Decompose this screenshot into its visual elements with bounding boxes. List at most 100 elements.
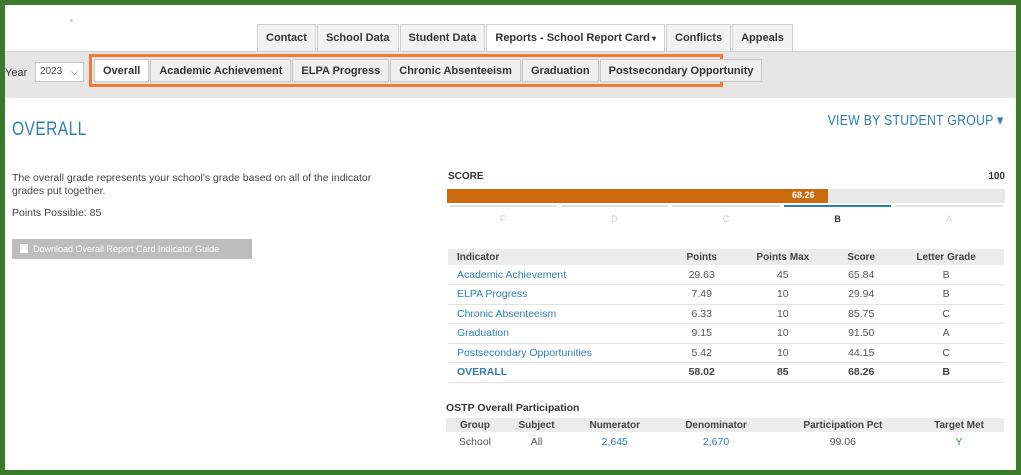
chevron-down-icon: ⌵ (71, 67, 78, 77)
year-value: 2023 (40, 66, 63, 77)
tab-academic-achievement[interactable]: Academic Achievement (150, 59, 292, 82)
table-row: ELPA Progress 7.49 10 29.94 B (448, 284, 1004, 305)
year-select[interactable]: 2023 ⌵ (35, 62, 84, 82)
cell-numerator[interactable]: 2,645 (569, 432, 660, 451)
table-row: Academic Achievement 29.63 45 65.84 B (448, 265, 1004, 285)
cell-participation-pct: 99.06 (829, 435, 856, 448)
cell-denominator[interactable]: 2,670 (660, 432, 771, 451)
header-target-met: Target Met (914, 418, 1004, 432)
grade-letter-d: D (611, 214, 618, 224)
cell-points-max: 45 (731, 265, 835, 285)
tab-student-data[interactable]: Student Data (399, 24, 486, 51)
grade-segment-c (672, 205, 780, 207)
file-download-icon (20, 244, 28, 253)
cell-letter-grade: B (888, 284, 1004, 305)
header-denominator: Denominator (660, 418, 772, 432)
participation-header: Group Subject Numerator Denominator Part… (446, 418, 1004, 432)
grade-letter-b: B (834, 214, 841, 224)
cell-letter-grade: B (888, 265, 1004, 285)
logo (70, 19, 73, 22)
score-bar-fill (447, 189, 828, 203)
cell-score: 29.94 (834, 284, 889, 305)
tab-appeals[interactable]: Appeals (732, 24, 793, 51)
cell-indicator[interactable]: ELPA Progress (448, 284, 672, 305)
cell-points: 6.33 (672, 304, 732, 324)
table-row-total: OVERALL 58.02 85 68.26 B (448, 362, 1004, 383)
download-guide-button[interactable]: Download Overall Report Card Indicator G… (12, 239, 252, 259)
score-bar-track: 68.26 (447, 189, 1005, 203)
view-by-label: VIEW BY STUDENT GROUP (827, 112, 993, 129)
page-title: OVERALL (12, 119, 87, 140)
header-letter-grade: Letter Grade (888, 249, 1004, 265)
tab-chronic-absenteeism[interactable]: Chronic Absenteeism (390, 59, 521, 82)
cell-points: 5.42 (672, 343, 732, 363)
tab-elpa-progress[interactable]: ELPA Progress (292, 59, 390, 82)
indicator-table-header: Indicator Points Points Max Score Letter… (448, 249, 1004, 265)
ostp-title: OSTP Overall Participation (446, 402, 580, 414)
tab-graduation[interactable]: Graduation (521, 59, 599, 82)
tab-reports-label: Reports - School Report Card (495, 32, 650, 44)
cell-points: 7.49 (672, 284, 732, 305)
tab-postsecondary-opportunity[interactable]: Postsecondary Opportunity (599, 59, 763, 82)
caret-down-icon: ▾ (996, 112, 1003, 129)
header-score: Score (834, 249, 889, 265)
header-subject: Subject (503, 418, 570, 432)
total-points: 58.02 (672, 362, 732, 383)
grade-letter-a: A (946, 214, 953, 224)
cell-indicator[interactable]: Chronic Absenteeism (448, 304, 672, 324)
chevron-down-icon: ▾ (652, 34, 657, 43)
grade-segment-d (560, 205, 669, 207)
indicator-table: Indicator Points Points Max Score Letter… (448, 249, 1004, 383)
table-row: Postsecondary Opportunities 5.42 10 44.15 C (448, 343, 1004, 363)
tab-reports-school-report-card[interactable]: Reports - School Report Card ▾ (486, 24, 666, 51)
total-score: 68.26 (834, 362, 889, 383)
total-indicator: OVERALL (448, 362, 672, 383)
cell-score: 91.50 (834, 323, 889, 344)
score-value: 68.26 (792, 190, 815, 200)
cell-indicator[interactable]: Academic Achievement (448, 265, 672, 285)
grade-letter-c: C (722, 214, 730, 224)
grade-segment-a (895, 205, 1003, 207)
cell-points-max: 10 (731, 284, 835, 305)
cell-letter-grade: C (888, 304, 1004, 324)
total-letter-grade: B (888, 362, 1004, 383)
indicator-tabs: Overall Academic Achievement ELPA Progre… (94, 59, 763, 82)
cell-group: School (458, 435, 492, 448)
cell-score: 44.15 (834, 343, 889, 363)
header-indicator: Indicator (448, 249, 672, 265)
grade-segment-f (449, 205, 557, 207)
participation-table: Group Subject Numerator Denominator Part… (446, 418, 1004, 451)
view-by-student-group-dropdown[interactable]: VIEW BY STUDENT GROUP ▾ (827, 111, 1003, 129)
grade-segment-b (783, 205, 892, 207)
score-label: SCORE (448, 171, 484, 182)
grade-letter-f: F (500, 214, 506, 224)
cell-score: 85.75 (834, 304, 889, 324)
score-max: 100 (988, 171, 1005, 182)
total-points-max: 85 (731, 362, 835, 383)
top-tabs: Contact School Data Student Data Reports… (257, 24, 794, 51)
points-possible: Points Possible: 85 (12, 207, 102, 219)
tab-school-data[interactable]: School Data (316, 24, 399, 51)
cell-indicator[interactable]: Postsecondary Opportunities (448, 343, 672, 363)
header-points: Points (672, 249, 732, 265)
tab-conflicts[interactable]: Conflicts (666, 24, 732, 51)
cell-indicator[interactable]: Graduation (448, 323, 672, 344)
cell-points-max: 10 (731, 323, 835, 344)
download-label: Download Overall Report Card Indicator G… (33, 244, 220, 254)
top-nav: Contact School Data Student Data Reports… (5, 5, 1016, 51)
overall-description: The overall grade represents your school… (12, 172, 372, 197)
header-points-max: Points Max (731, 249, 835, 265)
cell-points: 9.15 (672, 323, 732, 344)
year-label: Year (5, 67, 28, 79)
cell-points-max: 10 (731, 343, 835, 363)
header-participation-pct: Participation Pct (771, 418, 915, 432)
tab-overall[interactable]: Overall (94, 59, 150, 82)
tab-contact[interactable]: Contact (257, 24, 316, 51)
cell-letter-grade: C (888, 343, 1004, 363)
cell-points: 29.63 (672, 265, 732, 285)
table-row: Chronic Absenteeism 6.33 10 85.75 C (448, 304, 1004, 324)
cell-score: 65.84 (834, 265, 889, 285)
sub-nav: Year 2023 ⌵ Overall Academic Achievement… (5, 51, 1016, 98)
cell-target-met: Y (955, 435, 963, 448)
cell-subject: All (530, 435, 543, 448)
